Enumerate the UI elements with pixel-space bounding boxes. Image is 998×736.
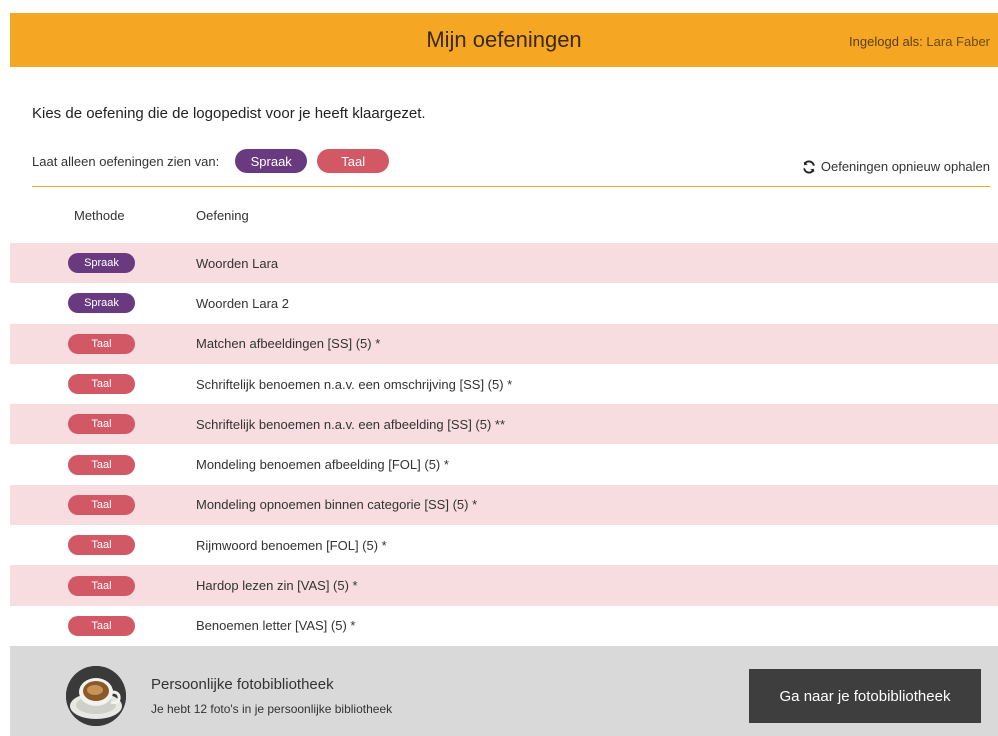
filter-spraak-button[interactable]: Spraak: [235, 149, 308, 173]
exercise-row[interactable]: Spraak Woorden Lara 2: [10, 283, 998, 323]
exercise-row[interactable]: Taal Rijmwoord benoemen [FOL] (5) *: [10, 525, 998, 565]
column-header-method: Methode: [74, 208, 125, 223]
divider: [32, 186, 990, 187]
method-badge: Spraak: [68, 293, 135, 314]
exercise-name: Schriftelijk benoemen n.a.v. een afbeeld…: [196, 416, 506, 432]
exercise-name: Woorden Lara 2: [196, 295, 289, 311]
exercise-row[interactable]: Taal Mondeling opnoemen binnen categorie…: [10, 484, 998, 526]
open-photo-library-button[interactable]: Ga naar je fotobibliotheek: [749, 669, 981, 723]
exercise-name: Mondeling opnoemen binnen categorie [SS]…: [196, 497, 478, 513]
photo-library-panel: Persoonlijke fotobibliotheek Je hebt 12 …: [10, 646, 998, 736]
exercise-name: Matchen afbeeldingen [SS] (5) *: [196, 336, 381, 352]
exercise-row[interactable]: Taal Benoemen letter [VAS] (5) *: [10, 606, 998, 646]
photo-library-title: Persoonlijke fotobibliotheek: [151, 676, 334, 693]
exercise-name: Mondeling benoemen afbeelding [FOL] (5) …: [196, 457, 449, 473]
method-badge: Taal: [68, 494, 135, 515]
method-badge: Taal: [68, 374, 135, 395]
method-badge: Taal: [68, 414, 135, 435]
filter-row: Laat alleen oefeningen zien van: Spraak …: [32, 148, 399, 174]
exercise-row[interactable]: Taal Mondeling benoemen afbeelding [FOL]…: [10, 444, 998, 484]
coffee-cup-icon: [66, 666, 126, 726]
exercise-list: Spraak Woorden Lara Spraak Woorden Lara …: [10, 243, 998, 646]
login-status: Ingelogd als: Lara Faber: [849, 34, 990, 49]
exercise-row[interactable]: Taal Schriftelijk benoemen n.a.v. een af…: [10, 404, 998, 445]
filter-taal-button[interactable]: Taal: [317, 149, 390, 173]
exercise-row[interactable]: Spraak Woorden Lara: [10, 243, 998, 284]
exercise-name: Schriftelijk benoemen n.a.v. een omschri…: [196, 376, 513, 392]
method-badge: Taal: [68, 535, 135, 556]
refresh-button[interactable]: Oefeningen opnieuw ophalen: [802, 159, 990, 174]
exercise-row[interactable]: Taal Schriftelijk benoemen n.a.v. een om…: [10, 364, 998, 404]
method-badge: Taal: [68, 333, 135, 354]
method-badge: Taal: [68, 575, 135, 596]
header-bar: Mijn oefeningen Ingelogd als: Lara Faber: [10, 13, 998, 67]
photo-library-thumbnail: [66, 666, 126, 726]
refresh-label: Oefeningen opnieuw ophalen: [820, 159, 990, 174]
login-prefix: Ingelogd als:: [849, 34, 923, 49]
exercise-row[interactable]: Taal Matchen afbeeldingen [SS] (5) *: [10, 323, 998, 364]
exercise-row[interactable]: Taal Hardop lezen zin [VAS] (5) *: [10, 565, 998, 606]
method-badge: Taal: [68, 454, 135, 475]
exercise-name: Rijmwoord benoemen [FOL] (5) *: [196, 537, 387, 553]
method-badge: Spraak: [68, 253, 135, 274]
method-badge: Taal: [68, 615, 135, 636]
exercise-name: Hardop lezen zin [VAS] (5) *: [196, 578, 358, 594]
exercise-name: Benoemen letter [VAS] (5) *: [196, 618, 356, 634]
exercise-name: Woorden Lara: [196, 255, 279, 271]
filter-label: Laat alleen oefeningen zien van:: [32, 153, 220, 169]
user-name: Lara Faber: [926, 34, 990, 49]
refresh-icon: [803, 159, 815, 174]
photo-library-count: Je hebt 12 foto's in je persoonlijke bib…: [151, 702, 393, 716]
intro-text: Kies de oefening die de logopedist voor …: [32, 105, 426, 122]
column-header-exercise: Oefening: [196, 208, 249, 223]
